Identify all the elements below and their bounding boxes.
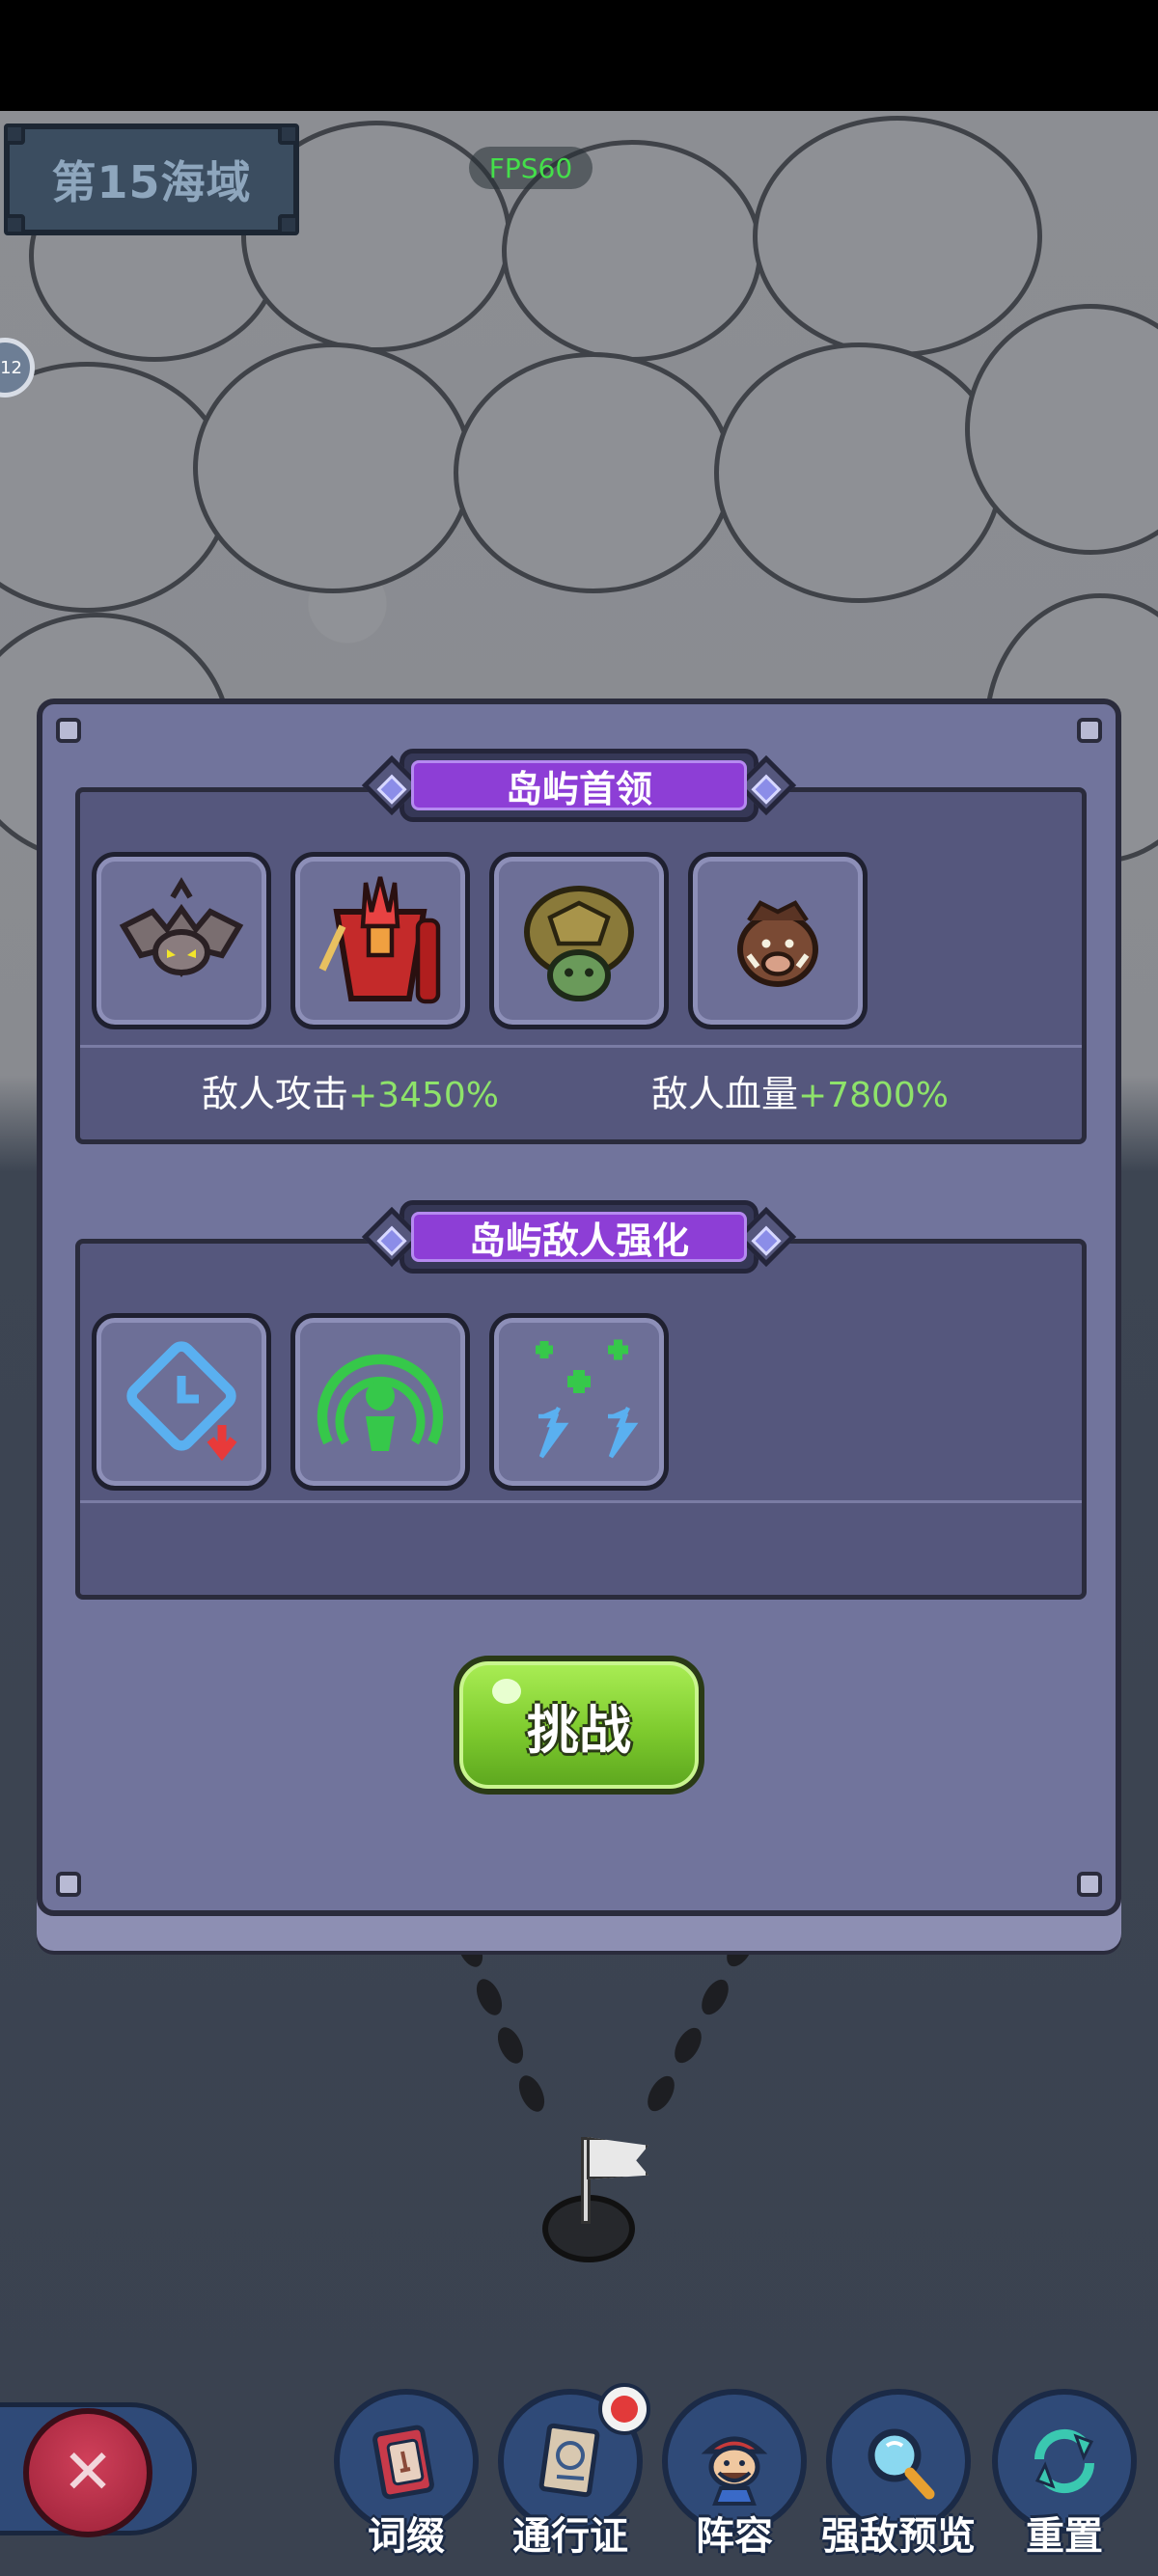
enemy-attack-value: +3450% [348, 1076, 500, 1115]
sea-zone-label: 第15海域 [4, 123, 299, 235]
challenge-label: 挑战 [527, 1699, 631, 1761]
buff-slot-cooldown[interactable] [92, 1313, 271, 1491]
section-divider [80, 1045, 1082, 1048]
boss-section-banner: 岛屿首领 [361, 741, 797, 830]
buff-slot-energy[interactable] [489, 1313, 669, 1491]
rivet [56, 1872, 81, 1897]
boss-slot-boar[interactable] [688, 852, 868, 1029]
energy-boost-plus-icon [536, 1339, 639, 1459]
passport-icon [538, 2423, 600, 2498]
enemy-hp-label: 敌人血量 [651, 1073, 799, 1115]
boss-slot-bat[interactable] [92, 852, 271, 1029]
enemy-attack-stat: 敌人攻击+3450% [202, 1064, 499, 1117]
buff-section-title: 岛屿敌人强化 [411, 1212, 747, 1262]
sea-zone-text: 第15海域 [51, 156, 252, 208]
reset-arrows-icon [1034, 2428, 1095, 2494]
nav-lineup-label: 阵容 [696, 2514, 773, 2559]
lineup-pirate-icon [701, 2436, 768, 2506]
nav-reset-label: 重置 [1026, 2514, 1103, 2559]
cloud [193, 343, 473, 593]
status-bar [0, 0, 1158, 111]
enemy-attack-label: 敌人攻击 [202, 1073, 349, 1115]
buff-section [75, 1239, 1087, 1600]
clock-cooldown-down-icon [126, 1341, 237, 1462]
boss-slot-warrior[interactable] [290, 852, 470, 1029]
nav-enemy-preview-label: 强敌预览 [821, 2514, 976, 2559]
red-armored-warrior-icon [318, 876, 441, 1004]
enemy-hp-stat: 敌人血量+7800% [651, 1064, 949, 1117]
nav-affix-button[interactable]: 词缀 [334, 2389, 479, 2576]
nav-reset-button[interactable]: 重置 [992, 2389, 1137, 2576]
close-button[interactable]: ✕ [23, 2408, 152, 2537]
enemy-hp-value: +7800% [798, 1076, 950, 1115]
affix-card-icon [372, 2425, 434, 2500]
rivet [1077, 718, 1102, 743]
rivet [1077, 1872, 1102, 1897]
section-divider [80, 1500, 1082, 1503]
fps-counter: FPS60 [469, 147, 593, 189]
nav-lineup-button[interactable]: 阵容 [662, 2389, 807, 2576]
notification-badge [598, 2383, 650, 2435]
buff-slot-aura[interactable] [290, 1313, 470, 1491]
nav-enemy-preview-button[interactable]: 强敌预览 [821, 2389, 976, 2576]
shield-aura-icon [317, 1354, 444, 1451]
bat-boss-icon [119, 877, 244, 977]
cloud [714, 343, 1004, 603]
close-icon: ✕ [62, 2437, 114, 2508]
challenge-button[interactable]: 挑战 [454, 1656, 704, 1795]
nav-passport-label: 通行证 [512, 2514, 628, 2559]
cloud [454, 352, 733, 593]
button-shine [492, 1679, 521, 1704]
buff-section-banner: 岛屿敌人强化 [361, 1192, 797, 1281]
boar-boss-icon [737, 900, 818, 987]
boss-section: 敌人攻击+3450% 敌人血量+7800% [75, 787, 1087, 1144]
cloud [753, 116, 1042, 357]
nav-affix-label: 词缀 [368, 2514, 445, 2559]
turtle-boss-icon [524, 886, 634, 1001]
boss-section-title: 岛屿首领 [411, 760, 747, 810]
boss-slot-turtle[interactable] [489, 852, 669, 1029]
game-screen: 第15海域 FPS60 12 敌人攻击+3450% 敌人血量+7800% 岛屿首… [0, 0, 1158, 2576]
rivet [56, 718, 81, 743]
magnifier-icon [868, 2428, 935, 2500]
